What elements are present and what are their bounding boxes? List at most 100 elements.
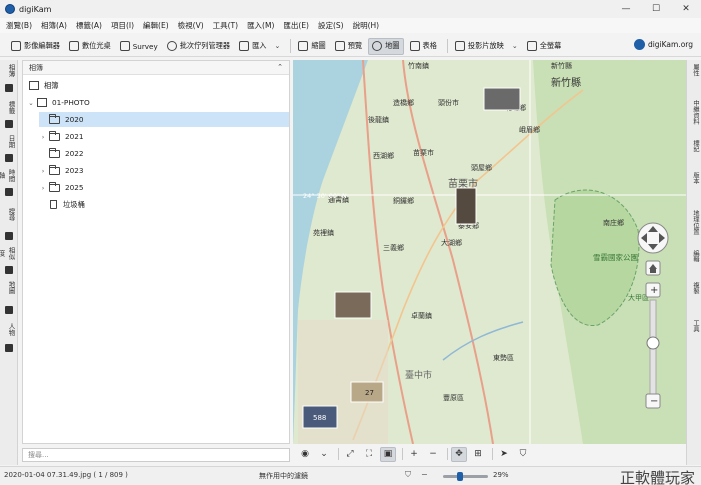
rail-tab-metadata[interactable]: 中繼資料: [690, 100, 700, 130]
tree-node-2023[interactable]: › 2023: [39, 163, 289, 178]
thumbnails-button[interactable]: 縮圖: [295, 38, 328, 55]
window-title: digiKam: [19, 4, 52, 14]
fullscreen-button[interactable]: 全螢幕: [524, 38, 565, 55]
rail-tab-markers[interactable]: 標記: [690, 140, 700, 160]
star-icon[interactable]: [5, 154, 13, 162]
collapse-icon[interactable]: ⌃: [277, 63, 283, 71]
region-select-icon[interactable]: ⊞: [470, 447, 486, 462]
separator: [402, 448, 403, 460]
filter-icon[interactable]: ⛉: [515, 447, 531, 462]
albums-icon[interactable]: [5, 84, 13, 92]
tree-node-trash[interactable]: 垃圾桶: [39, 197, 289, 212]
clock-icon[interactable]: [5, 232, 13, 240]
light-table-label: 數位光桌: [81, 41, 111, 50]
map-label: 雪霸國家公園: [593, 252, 638, 262]
map-backend-button[interactable]: ◉: [297, 447, 313, 462]
minimize-button[interactable]: —: [611, 0, 641, 18]
close-button[interactable]: ✕: [671, 0, 701, 18]
rail-tab-geolocation[interactable]: 地理位置: [690, 210, 700, 240]
globe-icon: [372, 41, 383, 51]
menu-tools[interactable]: 工具(T): [213, 20, 238, 31]
rail-tab-edit[interactable]: 編輯: [690, 250, 700, 270]
table-button[interactable]: 表格: [407, 38, 440, 55]
main-toolbar: 影像編輯器 數位光桌 Survey 批次佇列管理器 匯入 ⌄ 縮圖 預覽 地圖 …: [0, 36, 701, 57]
zoom-selection-icon[interactable]: ⛶: [361, 447, 377, 462]
map-button[interactable]: 地圖: [368, 37, 404, 55]
tree-node-2020[interactable]: 2020: [39, 112, 289, 127]
import-button[interactable]: 匯入: [236, 38, 269, 55]
rail-tab-copy[interactable]: 複製: [690, 282, 700, 302]
search-icon[interactable]: [5, 266, 13, 274]
zoom-to-fit-icon[interactable]: ⤢: [342, 447, 358, 462]
trash-icon: [50, 200, 57, 209]
menu-edit[interactable]: 編輯(E): [143, 20, 169, 31]
menu-tag[interactable]: 標籤(A): [76, 20, 102, 31]
thumbnail-mode-icon[interactable]: ▣: [380, 446, 396, 462]
map-view[interactable]: 新竹縣 新竹縣 北埔鄉 峨眉鄉 造橋鄉 後龍鎮 竹南鎮 頭份市 西湖鄉 苗栗市 …: [293, 60, 686, 444]
tree-node-2021[interactable]: › 2021: [39, 129, 289, 144]
rail-tab-dates[interactable]: 日期: [2, 132, 16, 150]
rail-tab-timeline[interactable]: 時間軸: [0, 166, 16, 184]
menu-export[interactable]: 匯出(E): [283, 20, 309, 31]
map-controls-bar: ◉ ⌄ ⤢ ⛶ ▣ + − ✥ ⊞ ➤ ⛉: [293, 445, 686, 463]
rail-tab-tags[interactable]: 標籤: [2, 98, 16, 116]
tree-node-2022[interactable]: 2022: [39, 146, 289, 161]
rail-tab-albums[interactable]: 相簿: [2, 62, 16, 78]
menu-help[interactable]: 說明(H): [353, 20, 380, 31]
light-table-button[interactable]: 數位光桌: [66, 38, 114, 55]
calendar-icon[interactable]: [5, 188, 13, 196]
photo-marker[interactable]: [483, 87, 521, 111]
minus-icon[interactable]: −: [421, 470, 428, 480]
map-canvas[interactable]: 新竹縣 新竹縣 北埔鄉 峨眉鄉 造橋鄉 後龍鎮 竹南鎮 頭份市 西湖鄉 苗栗市 …: [293, 60, 686, 444]
survey-button[interactable]: Survey: [117, 38, 161, 55]
rail-tab-versions[interactable]: 版本: [690, 172, 700, 192]
zoom-out-icon[interactable]: −: [425, 447, 441, 462]
chevron-right-icon[interactable]: ›: [39, 167, 47, 175]
chevron-down-icon[interactable]: ⌄: [512, 42, 518, 50]
tree-root-albums[interactable]: 相簿: [27, 78, 289, 93]
rail-tab-search[interactable]: 搜尋: [2, 200, 16, 228]
camera-icon: [239, 41, 250, 51]
menu-import[interactable]: 匯入(M): [247, 20, 274, 31]
rail-tab-similarity[interactable]: 相似度: [0, 244, 16, 262]
globe-icon[interactable]: [5, 344, 13, 352]
slideshow-button[interactable]: 投影片放映: [452, 38, 507, 55]
menu-browse[interactable]: 瀏覽(B): [6, 20, 32, 31]
preview-button[interactable]: 預覽: [332, 38, 365, 55]
menu-settings[interactable]: 設定(S): [318, 20, 344, 31]
chevron-right-icon[interactable]: ›: [39, 133, 47, 141]
rail-tab-map[interactable]: 地圖: [2, 278, 16, 296]
chevron-down-icon[interactable]: ⌄: [316, 447, 332, 462]
map-label: 豐原區: [443, 393, 464, 402]
tree-node-collection[interactable]: ⌄ 01-PHOTO: [27, 95, 289, 110]
rail-tab-properties[interactable]: 屬性: [690, 64, 700, 82]
photo-marker[interactable]: [455, 187, 477, 225]
photo-count-label: 27: [365, 389, 374, 397]
zoom-in-icon[interactable]: +: [406, 447, 422, 462]
zoom-slider-knob[interactable]: [646, 336, 660, 350]
album-tree-panel: 相簿 ⌃ 相簿 ⌄ 01-PHOTO 2020 › 2021 2022 › 2023 …: [22, 60, 290, 444]
tree-node-2025[interactable]: › 2025: [39, 180, 289, 195]
maximize-button[interactable]: ☐: [641, 0, 671, 18]
menu-album[interactable]: 相簿(A): [41, 20, 67, 31]
album-search-input[interactable]: 搜尋...: [22, 448, 290, 462]
batch-queue-button[interactable]: 批次佇列管理器: [164, 38, 233, 55]
image-editor-button[interactable]: 影像編輯器: [8, 38, 63, 55]
brand-link[interactable]: digiKam.org: [633, 39, 693, 50]
menu-view[interactable]: 檢視(V): [178, 20, 204, 31]
tag-icon[interactable]: [5, 120, 13, 128]
chevron-down-icon[interactable]: ⌄: [27, 99, 35, 107]
watermark-text: 正軟體玩家: [619, 469, 695, 485]
chevron-down-icon[interactable]: ⌄: [274, 42, 280, 50]
cursor-icon[interactable]: ➤: [496, 447, 512, 462]
chevron-right-icon[interactable]: ›: [39, 184, 47, 192]
filter-icon[interactable]: ⛉: [405, 470, 411, 480]
zoom-slider-knob[interactable]: [457, 472, 463, 481]
photo-marker[interactable]: [334, 291, 372, 319]
menu-item[interactable]: 項目(I): [111, 20, 134, 31]
pencil-icon[interactable]: [5, 306, 13, 314]
rail-tab-people[interactable]: 人物: [2, 318, 16, 340]
pan-mode-icon[interactable]: ✥: [451, 446, 467, 462]
zoom-slider[interactable]: [443, 472, 488, 481]
rail-tab-tools[interactable]: 工具: [690, 320, 700, 340]
